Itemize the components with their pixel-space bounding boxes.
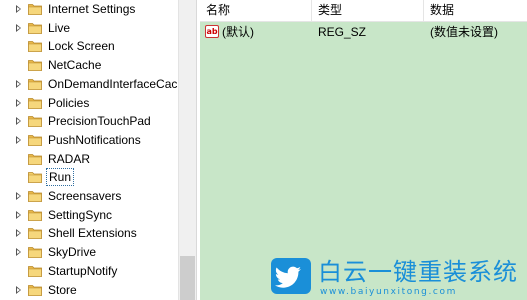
folder-icon	[28, 208, 42, 221]
expand-arrow-icon[interactable]	[16, 79, 21, 88]
tree-item[interactable]: NetCache	[0, 56, 180, 74]
folder-icon	[28, 114, 42, 128]
folder-icon	[28, 283, 42, 296]
expand-arrow-icon[interactable]	[16, 117, 21, 126]
folder-icon	[28, 77, 42, 90]
tree-item-label: Store	[48, 282, 77, 297]
folder-icon	[28, 2, 42, 15]
expand-arrow-icon[interactable]	[16, 98, 21, 107]
value-type: REG_SZ	[318, 25, 367, 39]
string-value-icon: ab	[205, 25, 219, 38]
folder-icon	[28, 152, 42, 165]
expand-arrow-icon[interactable]	[16, 229, 21, 238]
tree-item-label: Lock Screen	[48, 39, 115, 54]
column-header-name[interactable]: 名称	[200, 0, 312, 21]
tree-item-label: Run	[46, 168, 75, 187]
values-pane[interactable]: 名称 类型 数据 ab (默认) REG_SZ (数值未设置)	[200, 0, 527, 300]
expand-arrow-icon[interactable]	[16, 135, 21, 144]
tree-item[interactable]: PrecisionTouchPad	[0, 112, 180, 130]
tree-item-label: SettingSync	[48, 207, 113, 222]
tree-item[interactable]: Store	[0, 281, 180, 299]
scrollbar-thumb[interactable]	[180, 256, 195, 300]
tree-item-label: Live	[48, 20, 71, 35]
folder-icon	[28, 245, 42, 258]
tree-item-label: PrecisionTouchPad	[48, 114, 151, 129]
tree-item[interactable]: RADAR	[0, 150, 180, 168]
folder-icon	[28, 21, 42, 34]
tree-item[interactable]: Run	[0, 168, 180, 187]
registry-key-tree[interactable]: Internet Settings Live Lock Screen NetCache…	[0, 0, 180, 300]
bird-logo-icon	[271, 258, 311, 294]
tree-item-label: Screensavers	[48, 189, 122, 203]
tree-item-label: Policies	[48, 95, 90, 110]
expand-arrow-icon[interactable]	[16, 210, 21, 219]
tree-item[interactable]: SettingSync	[0, 206, 180, 224]
value-data: (数值未设置)	[430, 25, 498, 39]
tree-item[interactable]: OnDemandInterfaceCac	[0, 75, 180, 93]
tree-item[interactable]: Lock Screen	[0, 37, 180, 55]
tree-item[interactable]: SkyDrive	[0, 243, 180, 261]
tree-item-label: NetCache	[48, 58, 102, 73]
folder-open-icon	[28, 170, 42, 184]
tree-item-label: StartupNotify	[48, 263, 118, 278]
watermark-url: www.baiyunxitong.com	[320, 287, 457, 297]
folder-icon	[28, 133, 42, 146]
folder-icon	[28, 264, 42, 277]
expand-arrow-icon[interactable]	[16, 285, 21, 294]
tree-item-label: RADAR	[48, 151, 91, 166]
tree-item[interactable]: Internet Settings	[0, 0, 180, 18]
tree-item[interactable]: StartupNotify	[0, 262, 180, 280]
tree-item[interactable]: Live	[0, 19, 180, 37]
tree-item-label: SkyDrive	[48, 245, 97, 260]
tree-item-label: Internet Settings	[48, 2, 136, 16]
folder-icon	[28, 96, 42, 109]
tree-item-label: PushNotifications	[48, 132, 141, 147]
folder-icon	[28, 58, 42, 71]
watermark: 白云一键重装系统 www.baiyunxitong.com	[268, 258, 527, 300]
tree-item[interactable]: Policies	[0, 94, 180, 112]
expand-arrow-icon[interactable]	[16, 5, 21, 13]
expand-arrow-icon[interactable]	[16, 248, 21, 257]
column-header-type[interactable]: 类型	[312, 0, 424, 21]
folder-icon	[28, 39, 42, 53]
expand-arrow-icon[interactable]	[16, 192, 21, 200]
value-row-default[interactable]: ab (默认) REG_SZ (数值未设置)	[200, 23, 527, 41]
expand-arrow-icon[interactable]	[16, 23, 21, 32]
tree-item-label: OnDemandInterfaceCac	[48, 76, 178, 91]
tree-item[interactable]: PushNotifications	[0, 131, 180, 149]
watermark-title: 白云一键重装系统	[318, 258, 518, 286]
column-header-data[interactable]: 数据	[424, 0, 527, 21]
tree-item[interactable]: Screensavers	[0, 187, 180, 205]
tree-vertical-scrollbar[interactable]	[178, 0, 196, 300]
tree-item[interactable]: Shell Extensions	[0, 224, 180, 242]
folder-icon	[28, 189, 42, 202]
folder-icon	[28, 226, 42, 240]
tree-item-label: Shell Extensions	[48, 226, 137, 241]
values-header: 名称 类型 数据	[200, 0, 527, 22]
value-name: (默认)	[222, 25, 254, 39]
